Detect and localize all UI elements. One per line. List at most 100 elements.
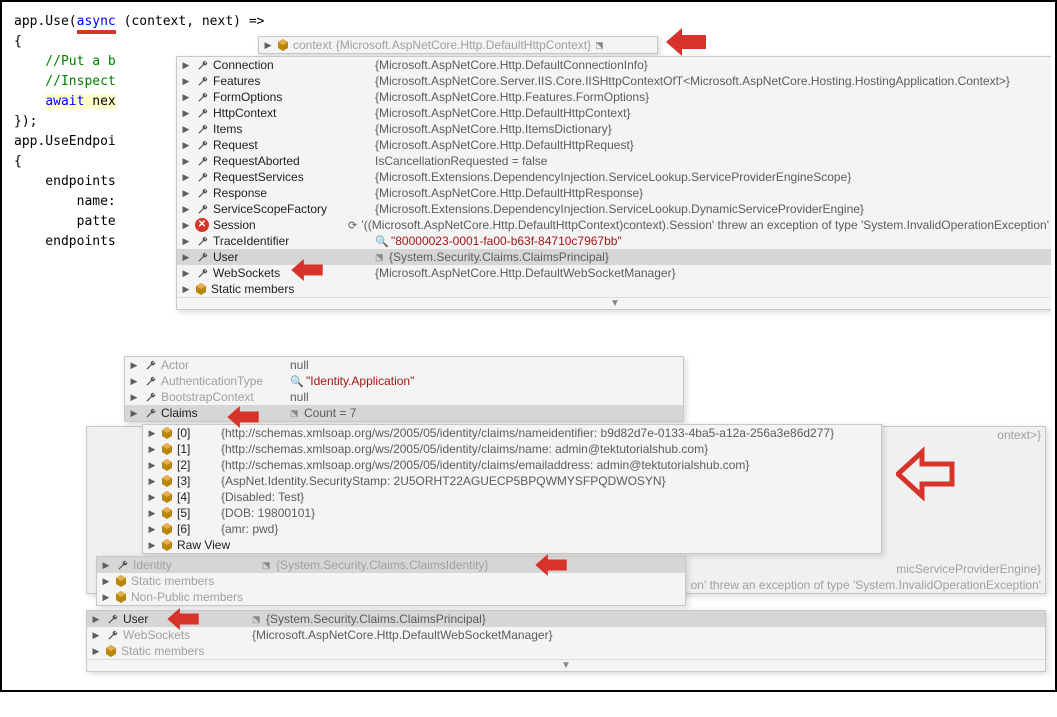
- var-name: context: [293, 38, 332, 52]
- prop-value: IsCancellationRequested = false: [375, 154, 547, 168]
- claim-row[interactable]: ▶[1]{http://schemas.xmlsoap.org/ws/2005/…: [143, 441, 881, 457]
- property-row[interactable]: ▶User⬔{System.Security.Claims.ClaimsPrin…: [177, 249, 1051, 265]
- expander-icon[interactable]: ▶: [147, 540, 157, 550]
- expander-icon[interactable]: ▶: [181, 108, 191, 118]
- resize-grip[interactable]: ▼: [177, 297, 1051, 309]
- property-row[interactable]: ▶ Features {Microsoft.AspNetCore.Server.II…: [177, 73, 1051, 89]
- prop-value: {Microsoft.Extensions.DependencyInjectio…: [375, 202, 864, 216]
- identity-block[interactable]: ▶ Identity ⬔ {System.Security.Claims.Cla…: [96, 556, 686, 606]
- expander-icon[interactable]: ▶: [181, 124, 191, 134]
- raw-view-label: Raw View: [177, 538, 237, 552]
- prop-value: Count = 7: [304, 406, 356, 420]
- pin-icon[interactable]: ⬔: [290, 408, 300, 418]
- user-row[interactable]: ▶ User ⬔ {System.Security.Claims.ClaimsP…: [87, 611, 1045, 627]
- object-icon: [161, 443, 173, 455]
- nonpublic-members-row[interactable]: ▶ Non-Public members: [97, 589, 685, 605]
- property-row[interactable]: ▶Request{Microsoft.AspNetCore.Http.Defau…: [177, 137, 1051, 153]
- property-row[interactable]: ▶Actornull: [125, 357, 683, 373]
- property-row[interactable]: ▶Items{Microsoft.AspNetCore.Http.ItemsDi…: [177, 121, 1051, 137]
- expander-icon[interactable]: ▶: [181, 284, 191, 294]
- expander-icon[interactable]: ▶: [181, 92, 191, 102]
- raw-view-row[interactable]: ▶ Raw View: [143, 537, 881, 553]
- refresh-icon[interactable]: ⟳: [348, 219, 358, 232]
- claims-list[interactable]: ▶ [0] {http://schemas.xmlsoap.org/ws/2005/…: [142, 424, 882, 554]
- expander-icon[interactable]: ▶: [181, 252, 191, 262]
- expander-icon[interactable]: ▶: [129, 408, 139, 418]
- prop-value: {System.Security.Claims.ClaimsPrincipal}: [389, 250, 609, 264]
- pin-icon[interactable]: ⬔: [252, 614, 262, 624]
- wrench-icon: [143, 374, 157, 388]
- claim-value: {AspNet.Identity.SecurityStamp: 2U5ORHT2…: [221, 474, 666, 488]
- prop-name: Features: [213, 74, 371, 88]
- claims-row[interactable]: ▶ Claims ⬔ Count = 7: [125, 405, 683, 421]
- property-row[interactable]: ▶WebSockets{Microsoft.AspNetCore.Http.De…: [177, 265, 1051, 281]
- property-row[interactable]: ▶ HttpContext {Microsoft.AspNetCore.Http.D…: [177, 105, 1051, 121]
- claim-row[interactable]: ▶[3]{AspNet.Identity.SecurityStamp: 2U5O…: [143, 473, 881, 489]
- expander-icon[interactable]: ▶: [181, 60, 191, 70]
- property-row[interactable]: ▶ Static members: [177, 281, 1051, 297]
- prop-value: {Microsoft.Extensions.DependencyInjectio…: [375, 170, 851, 184]
- expander-icon[interactable]: ▶: [181, 172, 191, 182]
- prop-name: Connection: [213, 58, 371, 72]
- property-row[interactable]: ▶BootstrapContextnull: [125, 389, 683, 405]
- claim-row[interactable]: ▶[2]{http://schemas.xmlsoap.org/ws/2005/…: [143, 457, 881, 473]
- prop-name: Response: [213, 186, 371, 200]
- prop-name: Session: [213, 218, 344, 232]
- object-icon: [161, 539, 173, 551]
- expander-icon[interactable]: ▶: [181, 236, 191, 246]
- expander-icon[interactable]: ▶: [181, 204, 191, 214]
- property-row[interactable]: ▶ServiceScopeFactory{Microsoft.Extension…: [177, 201, 1051, 217]
- prop-value: {Microsoft.AspNetCore.Http.DefaultConnec…: [375, 58, 648, 72]
- expander-icon[interactable]: ▶: [181, 76, 191, 86]
- property-row[interactable]: ▶Response{Microsoft.AspNetCore.Http.Defa…: [177, 185, 1051, 201]
- expander-icon[interactable]: ▶: [263, 40, 273, 50]
- property-row[interactable]: ▶RequestServices{Microsoft.Extensions.De…: [177, 169, 1051, 185]
- property-row[interactable]: ▶TraceIdentifier🔍"80000023-0001-fa00-b63…: [177, 233, 1051, 249]
- resize-grip[interactable]: ▼: [87, 659, 1045, 671]
- prop-name: FormOptions: [213, 90, 371, 104]
- expander-icon[interactable]: ▶: [181, 156, 191, 166]
- wrench-icon: [195, 74, 209, 88]
- websockets-row[interactable]: ▶ WebSockets {Microsoft.AspNetCore.Http.…: [87, 627, 1045, 643]
- claim-value: {Disabled: Test}: [221, 490, 304, 504]
- property-row[interactable]: ▶FormOptions{Microsoft.AspNetCore.Http.F…: [177, 89, 1051, 105]
- prop-name: Items: [213, 122, 371, 136]
- claim-row[interactable]: ▶[0]{http://schemas.xmlsoap.org/ws/2005/…: [143, 425, 881, 441]
- claim-value: {http://schemas.xmlsoap.org/ws/2005/05/i…: [221, 442, 708, 456]
- prop-value: {Microsoft.AspNetCore.Server.IIS.Core.II…: [375, 74, 1010, 88]
- claim-row[interactable]: ▶[5]{DOB: 19800101}: [143, 505, 881, 521]
- wrench-icon: [195, 202, 209, 216]
- identity-row[interactable]: ▶ Identity ⬔ {System.Security.Claims.Cla…: [97, 557, 685, 573]
- property-row[interactable]: ▶AuthenticationType🔍"Identity.Applicatio…: [125, 373, 683, 389]
- expander-icon[interactable]: ▶: [181, 140, 191, 150]
- wrench-icon: [195, 266, 209, 280]
- claim-index: [0]: [177, 426, 217, 440]
- prop-name: WebSockets: [213, 266, 371, 280]
- property-row[interactable]: ▶RequestAbortedIsCancellationRequested =…: [177, 153, 1051, 169]
- object-icon: [277, 39, 289, 51]
- datatip-properties[interactable]: ▶ Connection {Microsoft.AspNetCore.Http.De…: [176, 56, 1051, 310]
- bottom-block[interactable]: ▶ User ⬔ {System.Security.Claims.ClaimsP…: [86, 610, 1046, 672]
- magnifier-icon[interactable]: 🔍: [290, 375, 302, 388]
- pin-icon[interactable]: ⬔: [595, 40, 605, 50]
- user-properties-head[interactable]: ▶Actornull▶AuthenticationType🔍"Identity.…: [124, 356, 684, 422]
- prop-name: Static members: [211, 282, 369, 296]
- wrench-icon: [195, 170, 209, 184]
- expander-icon[interactable]: ▶: [181, 188, 191, 198]
- expander-icon[interactable]: ▶: [181, 220, 191, 230]
- prop-value: {Microsoft.AspNetCore.Http.DefaultHttpCo…: [375, 106, 630, 120]
- claim-row[interactable]: ▶[4]{Disabled: Test}: [143, 489, 881, 505]
- datatip-header[interactable]: ▶ context {Microsoft.AspNetCore.Http.Def…: [258, 36, 658, 54]
- static-row[interactable]: ▶ Static members: [87, 643, 1045, 659]
- prop-name: TraceIdentifier: [213, 234, 371, 248]
- prop-name: HttpContext: [213, 106, 371, 120]
- static-members-row[interactable]: ▶ Static members: [97, 573, 685, 589]
- pin-icon[interactable]: ⬔: [262, 560, 272, 570]
- property-row[interactable]: ▶✕Session⟳'((Microsoft.AspNetCore.Http.D…: [177, 217, 1051, 233]
- expander-icon[interactable]: ▶: [181, 268, 191, 278]
- pin-icon[interactable]: ⬔: [375, 252, 385, 262]
- claim-row[interactable]: ▶[6]{amr: pwd}: [143, 521, 881, 537]
- claim-value: {amr: pwd}: [221, 522, 278, 536]
- magnifier-icon[interactable]: 🔍: [375, 235, 387, 248]
- property-row[interactable]: ▶ Connection {Microsoft.AspNetCore.Http.De…: [177, 57, 1051, 73]
